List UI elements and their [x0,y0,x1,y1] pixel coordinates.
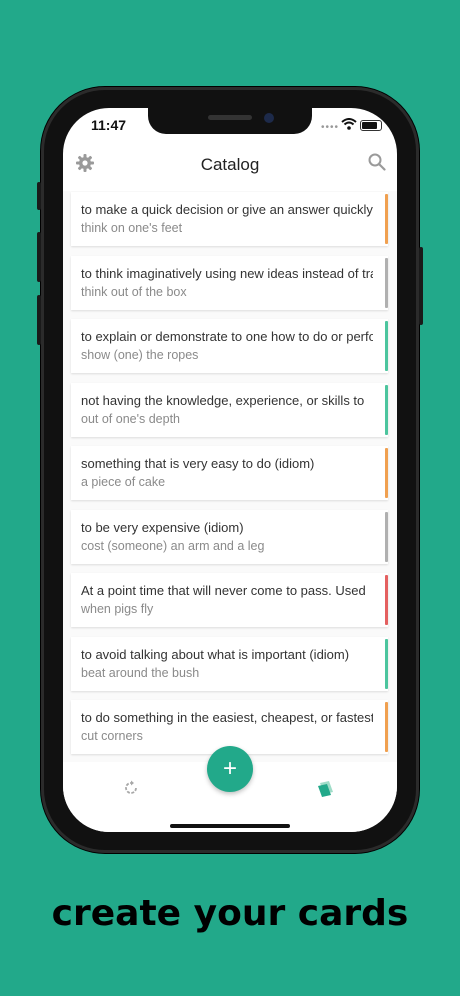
status-time: 11:47 [91,117,127,133]
card-item[interactable]: to explain or demonstrate to one how to … [71,319,388,373]
card-item[interactable]: to make a quick decision or give an answ… [71,192,388,246]
card-definition: At a point time that will never come to … [81,583,366,598]
cards-icon[interactable] [316,780,336,798]
battery-icon [360,120,382,131]
card-term: think out of the box [81,285,187,299]
volume-up-button [37,232,41,282]
card-color-bar [385,194,388,244]
card-color-bar [385,385,388,435]
card-color-bar [385,258,388,308]
mute-switch [37,182,41,210]
add-card-button[interactable]: + [207,746,253,792]
card-item[interactable]: not having the knowledge, experience, or… [71,383,388,437]
search-icon[interactable] [368,153,386,171]
card-color-bar [385,321,388,371]
speaker [208,115,252,120]
refresh-icon[interactable] [123,780,139,796]
card-color-bar [385,448,388,498]
card-definition: to explain or demonstrate to one how to … [81,329,373,344]
card-term: show (one) the ropes [81,348,199,362]
app-header: Catalog [63,146,397,186]
notch [148,108,312,134]
page-title: Catalog [200,155,260,174]
card-definition: to avoid talking about what is important… [81,647,350,662]
card-definition: to make a quick decision or give an answ… [81,202,373,217]
card-color-bar [385,575,388,625]
card-term: a piece of cake [81,475,166,489]
wifi-icon [341,118,357,130]
card-definition: to be very expensive (idiom) [81,520,244,535]
volume-down-button [37,295,41,345]
power-button [419,247,423,325]
card-list[interactable]: to make a quick decision or give an answ… [63,191,397,769]
card-term: think on one's feet [81,221,183,235]
card-term: beat around the bush [81,666,200,680]
card-color-bar [385,639,388,689]
card-term: cost (someone) an arm and a leg [81,539,265,553]
card-definition: not having the knowledge, experience, or… [81,393,365,408]
card-color-bar [385,702,388,752]
card-item[interactable]: At a point time that will never come to … [71,573,388,627]
card-item[interactable]: to be very expensive (idiom) cost (someo… [71,510,388,564]
card-color-bar [385,512,388,562]
card-term: when pigs fly [81,602,154,616]
card-item[interactable]: to think imaginatively using new ideas i… [71,256,388,310]
card-definition: to think imaginatively using new ideas i… [81,266,373,281]
home-indicator [170,824,290,828]
card-definition: something that is very easy to do (idiom… [81,456,315,471]
card-definition: to do something in the easiest, cheapest… [81,710,373,725]
app-screen: 11:47 •••• Catalog to make a quick decis… [63,108,397,832]
card-term: out of one's depth [81,412,180,426]
card-item[interactable]: something that is very easy to do (idiom… [71,446,388,500]
caption-text: create your cards [51,893,409,934]
signal-dots: •••• [321,122,340,133]
card-term: cut corners [81,729,143,743]
front-camera [264,113,274,123]
card-item[interactable]: to avoid talking about what is important… [71,637,388,691]
